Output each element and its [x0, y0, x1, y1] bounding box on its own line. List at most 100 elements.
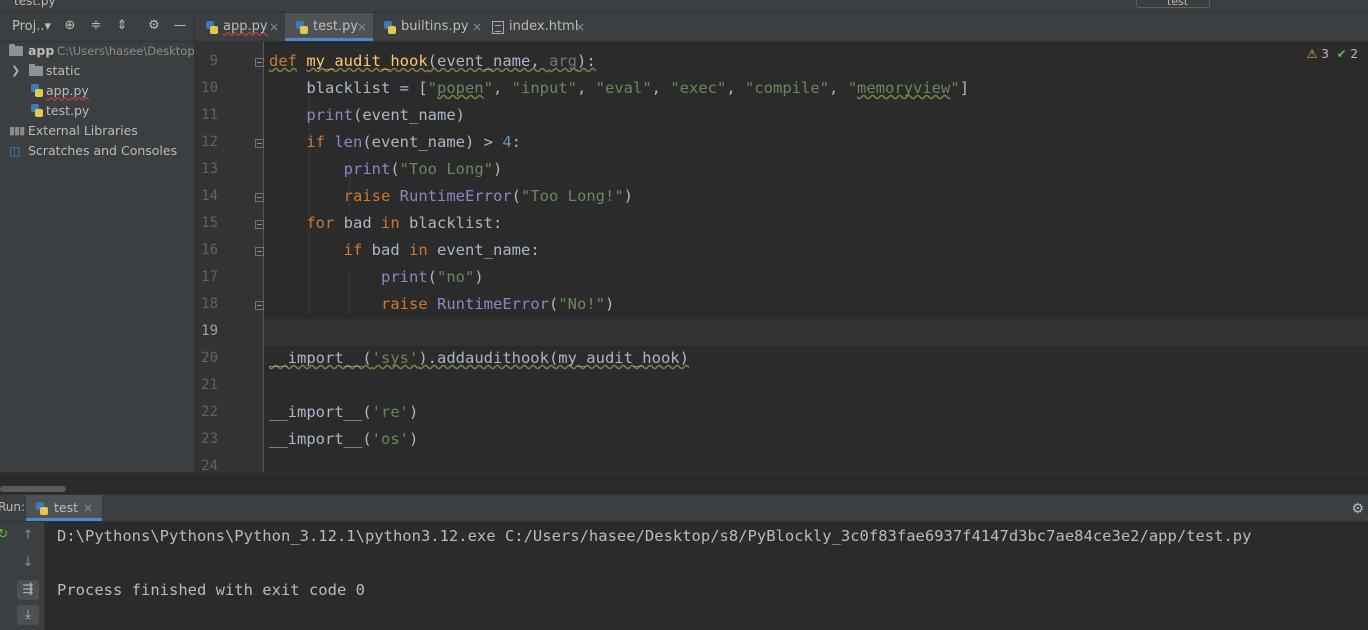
line-number: 12: [201, 134, 218, 150]
scrollbar-thumb[interactable]: [0, 486, 66, 492]
warning-icon: ⚠: [1306, 47, 1318, 61]
code-line: __import__('os'): [269, 430, 419, 448]
tree-item-app-py[interactable]: app.py: [0, 81, 194, 101]
current-line-highlight: [263, 319, 1368, 346]
line-number: 19: [201, 323, 218, 339]
gear-icon[interactable]: ⚙: [146, 18, 162, 34]
run-label: Run:: [0, 500, 26, 514]
breadcrumb[interactable]: test.py: [14, 0, 56, 8]
line-gutter: 9 10 11 12 13 14 15 16 17 18 19 20 21 22…: [195, 42, 264, 472]
tree-item-scratches[interactable]: ◫ Scratches and Consoles: [0, 141, 194, 161]
line-number: 17: [201, 269, 218, 285]
fold-marker[interactable]: [255, 247, 264, 256]
close-icon[interactable]: ×: [269, 13, 279, 41]
fold-marker[interactable]: [255, 193, 264, 202]
code-line: for bad in blacklist:: [306, 214, 503, 232]
tab-label: app.py: [223, 19, 268, 34]
line-number: 11: [201, 107, 218, 123]
tab-run-test[interactable]: test ×: [26, 495, 102, 521]
code-line: def my_audit_hook(event_name, arg):: [269, 52, 596, 70]
python-file-icon: [206, 21, 218, 34]
tab-label: builtins.py: [401, 19, 469, 34]
code-editor[interactable]: 9 10 11 12 13 14 15 16 17 18 19 20 21 22…: [195, 42, 1368, 472]
console-command: D:\Pythons\Pythons\Python_3.12.1\python3…: [57, 527, 1252, 545]
inspection-widget[interactable]: ⚠ 3 ✔ 2: [1307, 47, 1358, 61]
line-number: 24: [201, 458, 218, 472]
close-icon[interactable]: ×: [83, 495, 93, 521]
warning-count: 3: [1321, 47, 1329, 61]
top-toolbar: test.py test: [0, 0, 1368, 13]
run-panel: Run: test × ⚙ ↻ ↑ ↓ ⇶ ⤓ D:\Pythons\Pytho…: [0, 494, 1368, 630]
expand-all-icon[interactable]: ≑: [88, 18, 104, 34]
run-config-selector[interactable]: test: [1136, 0, 1210, 8]
check-icon: ✔: [1336, 47, 1347, 61]
horizontal-scrollbar[interactable]: [0, 472, 1368, 494]
folder-icon: [29, 64, 43, 76]
close-icon[interactable]: ×: [357, 13, 367, 41]
project-view-selector[interactable]: Proj..▾: [12, 19, 51, 34]
tree-root-app[interactable]: app C:\Users\hasee\Desktop: [0, 41, 194, 61]
line-number: 13: [201, 161, 218, 177]
minimize-icon[interactable]: —: [172, 18, 188, 34]
up-arrow-icon[interactable]: ↑: [17, 526, 39, 546]
project-panel-header: Proj..▾ ⊕ ≑ ⇕ ⚙ —: [0, 13, 194, 42]
close-icon[interactable]: ×: [472, 13, 482, 41]
code-line: raise RuntimeError("Too Long!"): [343, 187, 633, 205]
fold-marker[interactable]: [255, 58, 264, 67]
target-icon[interactable]: ⊕: [62, 18, 78, 34]
scroll-end-icon[interactable]: ⤓: [17, 605, 39, 625]
close-icon[interactable]: ×: [575, 13, 585, 41]
line-number: 20: [201, 350, 218, 366]
tree-item-label: test.py: [46, 103, 90, 118]
tab-label: test.py: [313, 19, 359, 34]
check-count: 2: [1350, 47, 1358, 61]
scratch-icon: ◫: [9, 144, 21, 158]
folder-icon: [9, 44, 23, 56]
tree-root-name: app: [28, 43, 55, 58]
code-line: raise RuntimeError("No!"): [380, 295, 615, 313]
gear-icon[interactable]: ⚙: [1351, 501, 1364, 517]
tree-item-label: static: [46, 63, 81, 78]
code-line: print("Too Long"): [343, 160, 503, 178]
tab-app-py[interactable]: app.py ×: [195, 13, 285, 41]
code-line: print("no"): [380, 268, 484, 286]
tree-root-path: C:\Users\hasee\Desktop: [57, 44, 194, 58]
fold-marker[interactable]: [255, 301, 264, 310]
console-result: Process finished with exit code 0: [57, 581, 365, 599]
html-file-icon: [492, 21, 504, 34]
line-number: 18: [201, 296, 218, 312]
python-file-icon: [296, 21, 308, 34]
tree-item-test-py[interactable]: test.py: [0, 101, 194, 121]
chevron-right-icon[interactable]: ❯: [11, 61, 20, 81]
collapse-all-icon[interactable]: ⇕: [114, 18, 130, 34]
code-line: if bad in event_name:: [343, 241, 540, 259]
run-panel-header: Run: test × ⚙: [0, 495, 1368, 522]
tab-index-html[interactable]: index.html ×: [485, 13, 590, 41]
tab-test-py[interactable]: test.py ×: [285, 13, 373, 41]
soft-wrap-icon[interactable]: ⇶: [17, 580, 39, 600]
code-line: print(event_name): [306, 106, 465, 124]
code-line: __import__('sys').addaudithook(my_audit_…: [269, 349, 689, 367]
tree-item-static[interactable]: ❯ static: [0, 61, 194, 81]
fold-marker[interactable]: [255, 220, 264, 229]
editor-tabs: app.py × test.py × builtins.py × index.h…: [195, 13, 1368, 42]
line-number: 15: [201, 215, 218, 231]
down-arrow-icon[interactable]: ↓: [17, 553, 39, 573]
tab-builtins-py[interactable]: builtins.py ×: [373, 13, 485, 41]
library-icon: ▮▮▮: [9, 124, 25, 137]
python-file-icon: [384, 21, 396, 34]
run-toolbar: ↻ ↑ ↓ ⇶ ⤓: [0, 522, 45, 630]
code-line: blacklist = ["popen", "input", "eval", "…: [269, 79, 970, 97]
rerun-icon[interactable]: ↻: [0, 525, 14, 545]
code-line: __import__('re'): [269, 403, 419, 421]
python-file-icon: [36, 502, 48, 515]
python-file-icon: [31, 104, 43, 117]
project-panel: Proj..▾ ⊕ ≑ ⇕ ⚙ — app C:\Users\hasee\Des…: [0, 13, 195, 493]
line-number: 14: [201, 188, 218, 204]
tree-item-external-libraries[interactable]: ▮▮▮ External Libraries: [0, 121, 194, 141]
tree-item-label: app.py: [46, 83, 89, 98]
code-line: if len(event_name) > 4:: [306, 133, 522, 151]
run-tab-label: test: [54, 500, 79, 515]
line-number: 23: [201, 431, 218, 447]
fold-marker[interactable]: [255, 139, 264, 148]
